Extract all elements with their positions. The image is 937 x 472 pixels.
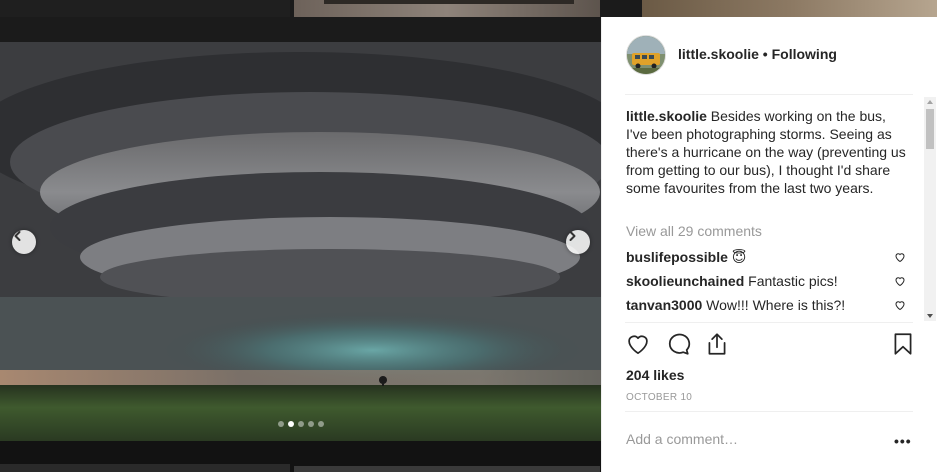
add-comment-input[interactable]: Add a comment…: [626, 431, 738, 447]
background-tile: [0, 0, 290, 17]
avatar-bus-image: [627, 36, 665, 74]
carousel-dot: [308, 421, 314, 427]
carousel-indicator: [278, 421, 324, 427]
chevron-left-icon: [14, 231, 21, 241]
username-link[interactable]: little.skoolie: [678, 46, 759, 62]
post-header: little.skoolie • Following: [602, 17, 937, 93]
carousel-dot-active: [288, 421, 294, 427]
carousel-prev-button[interactable]: [12, 230, 36, 254]
comment-bubble-icon[interactable]: [665, 331, 691, 357]
post-photo-storm[interactable]: [0, 42, 601, 441]
scroll-down-arrow-icon[interactable]: [927, 314, 933, 318]
comments-scrollbar[interactable]: [924, 97, 936, 321]
background-tile: [642, 0, 937, 17]
share-icon[interactable]: [704, 331, 730, 357]
carousel-dot: [298, 421, 304, 427]
comment-username-link[interactable]: skoolieunchained: [626, 273, 744, 289]
post-header-text: little.skoolie • Following: [678, 46, 837, 62]
header-separator: •: [758, 46, 772, 62]
scrollbar-thumb[interactable]: [926, 109, 934, 149]
add-comment-divider: [625, 411, 913, 412]
comment-row: buslifepossible 😇: [626, 249, 906, 266]
post-caption: little.skoolie Besides working on the bu…: [626, 107, 906, 197]
comment-text: 😇: [727, 249, 747, 265]
comment-text: Fantastic pics!: [744, 273, 838, 289]
background-tile: [294, 466, 600, 472]
comment-like-heart-icon[interactable]: [894, 299, 906, 311]
view-all-comments-link[interactable]: View all 29 comments: [626, 223, 762, 239]
carousel-dot: [318, 421, 324, 427]
avatar[interactable]: [626, 35, 666, 75]
heart-icon[interactable]: [625, 331, 651, 357]
more-options-button[interactable]: •••: [894, 433, 912, 449]
comment-row: tanvan3000 Wow!!! Where is this?!: [626, 297, 906, 313]
comment-row: skoolieunchained Fantastic pics!: [626, 273, 906, 289]
actions-divider: [625, 322, 913, 323]
comments-section[interactable]: little.skoolie Besides working on the bu…: [602, 95, 937, 321]
likes-count[interactable]: 204 likes: [626, 367, 684, 383]
post-side-panel: little.skoolie • Following little.skooli…: [601, 17, 937, 472]
carousel-dot: [278, 421, 284, 427]
comment-like-heart-icon[interactable]: [894, 275, 906, 287]
chevron-right-icon: [569, 231, 576, 241]
comment-like-heart-icon[interactable]: [894, 251, 906, 263]
post-actions-bar: [602, 329, 937, 365]
carousel-next-button[interactable]: [566, 230, 590, 254]
background-tile: [294, 0, 600, 17]
background-tile: [0, 464, 290, 472]
caption-username-link[interactable]: little.skoolie: [626, 108, 707, 124]
following-button[interactable]: Following: [772, 46, 837, 62]
bookmark-icon[interactable]: [890, 331, 916, 357]
background-feed-bottom: [0, 441, 601, 472]
instagram-post-modal: little.skoolie • Following little.skooli…: [0, 0, 937, 472]
comment-username-link[interactable]: tanvan3000: [626, 297, 702, 313]
post-date[interactable]: OCTOBER 10: [626, 392, 692, 403]
comment-username-link[interactable]: buslifepossible: [626, 249, 728, 265]
scroll-up-arrow-icon[interactable]: [927, 100, 933, 104]
comment-text: Wow!!! Where is this?!: [702, 297, 846, 313]
storm-photo-image: [0, 42, 601, 441]
